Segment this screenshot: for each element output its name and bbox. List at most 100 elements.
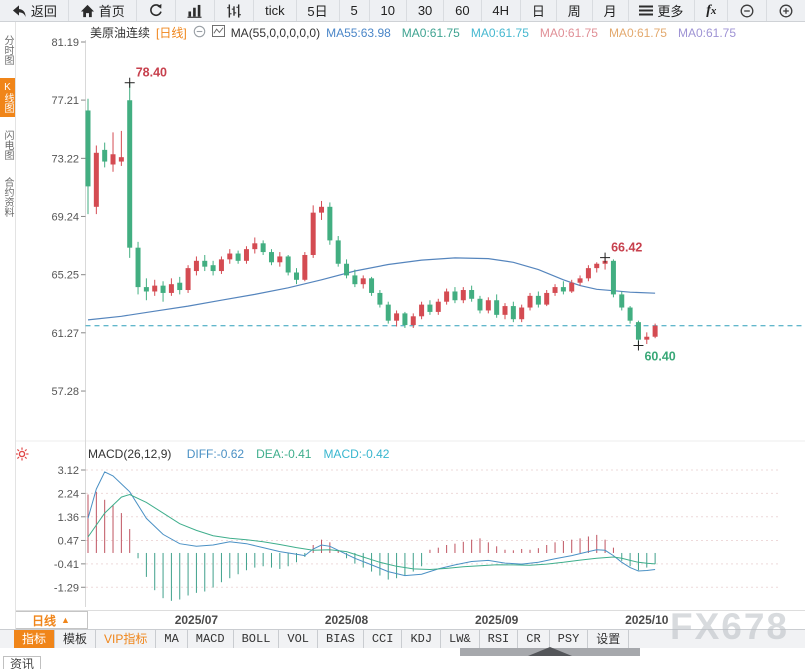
tab-BIAS[interactable]: BIAS [318, 630, 364, 648]
sidebar-item-chart[interactable]: 合约资料 [0, 173, 15, 221]
sun-icon[interactable] [15, 447, 29, 466]
ma-value: MA0:61.75 [678, 26, 736, 40]
sidebar-item-chart[interactable]: 分时图 [0, 31, 15, 69]
macd-layer [88, 472, 655, 601]
tab-MACD[interactable]: MACD [188, 630, 234, 648]
chart-header: 美原油连续 [日线] MA(55,0,0,0,0,0) MA55:63.98MA… [90, 24, 747, 41]
symbol-name: 美原油连续 [90, 24, 150, 41]
tab-MA[interactable]: MA [156, 630, 187, 648]
toolbar: 返回 首页 tick 5日 5 10 30 60 4H 日 周 月 更多 fx [0, 0, 805, 22]
toolbar-item-label: 月 [604, 1, 617, 20]
macd-values: DIFF:-0.62DEA:-0.41MACD:-0.42 [175, 447, 390, 461]
fx-icon: fx [706, 2, 716, 19]
svg-text:60.40: 60.40 [644, 349, 675, 363]
tab-CCI[interactable]: CCI [364, 630, 403, 648]
svg-text:1.36: 1.36 [58, 512, 79, 524]
toolbar-item-label: 30 [418, 3, 432, 18]
collapse-icon[interactable] [193, 25, 206, 41]
interval-month-button[interactable]: 月 [593, 0, 629, 21]
price-axis: 81.19 77.21 73.22 69.24 65.25 61.27 57.28 [51, 37, 85, 398]
interval-10-button[interactable]: 10 [370, 0, 407, 21]
toolbar-item-label: 5日 [307, 1, 327, 20]
caret-up-icon: ▲ [61, 615, 70, 625]
tab-BOLL[interactable]: BOLL [234, 630, 280, 648]
bottom-strip: 资讯 [0, 648, 805, 669]
sidebar-item-active[interactable]: K线图 [0, 78, 15, 117]
toolbar-item-label: tick [265, 3, 285, 18]
macd-value: MACD:-0.42 [323, 447, 389, 461]
zoom-out-button[interactable] [728, 0, 767, 21]
macd-value: DIFF:-0.62 [187, 447, 244, 461]
interval-day-button[interactable]: 日 [521, 0, 557, 21]
svg-text:61.27: 61.27 [51, 328, 79, 340]
interval-week-button[interactable]: 周 [557, 0, 593, 21]
tab-CR[interactable]: CR [518, 630, 549, 648]
zoom-in-button[interactable] [767, 0, 805, 21]
interval-30-button[interactable]: 30 [407, 0, 444, 21]
tab-模板[interactable]: 模板 [55, 630, 96, 648]
toolbar-item-label: 60 [455, 3, 469, 18]
chart-canvas: 81.1977.2173.2269.2465.2561.2757.283.122… [0, 0, 805, 669]
drawer-handle[interactable] [460, 648, 640, 656]
kline-chart-button[interactable] [215, 0, 254, 21]
news-tab[interactable]: 资讯 [3, 656, 41, 669]
ma-formula: MA(55,0,0,0,0,0) [231, 26, 320, 40]
interval-4h-button[interactable]: 4H [482, 0, 521, 21]
month-label: 2025/08 [325, 613, 368, 627]
bar-chart-button[interactable] [176, 0, 216, 21]
tab-LW&[interactable]: LW& [441, 630, 480, 648]
interval-5-button[interactable]: 5 [340, 0, 370, 21]
month-label: 2025/07 [175, 613, 218, 627]
svg-text:57.28: 57.28 [51, 386, 79, 398]
zoom-in-icon [778, 3, 794, 19]
home-button[interactable]: 首页 [69, 0, 137, 21]
app-root: 81.1977.2173.2269.2465.2561.2757.283.122… [0, 0, 805, 669]
tab-KDJ[interactable]: KDJ [402, 630, 441, 648]
svg-text:-1.29: -1.29 [54, 582, 79, 594]
refresh-button[interactable] [137, 0, 176, 21]
toolbar-item-label: 5 [350, 3, 357, 18]
sidebar-item-chart[interactable]: 闪电图 [0, 126, 15, 164]
svg-text:65.25: 65.25 [51, 270, 79, 282]
toolbar-item-label: 更多 [657, 1, 683, 20]
interval-tick-button[interactable]: tick [254, 0, 296, 21]
toolbar-item-label: 日 [532, 1, 545, 20]
menu-icon [639, 5, 653, 16]
svg-text:77.21: 77.21 [51, 95, 79, 107]
toolbar-item-label: 首页 [99, 1, 125, 20]
fx-indicator-button[interactable]: fx [695, 0, 728, 21]
svg-text:66.42: 66.42 [611, 241, 642, 255]
svg-text:81.19: 81.19 [51, 37, 79, 49]
ma-value: MA0:61.75 [471, 26, 529, 40]
period-selector-button[interactable]: 日线 ▲ [14, 611, 88, 629]
price-annotations: 78.4066.4260.40 [125, 66, 676, 364]
macd-header: MACD(26,12,9) DIFF:-0.62DEA:-0.41MACD:-0… [88, 447, 389, 461]
interval-60-button[interactable]: 60 [444, 0, 481, 21]
tab-VOL[interactable]: VOL [279, 630, 318, 648]
home-icon [80, 4, 95, 18]
toolbar-item-label: 返回 [31, 1, 57, 20]
tab-设置[interactable]: 设置 [588, 630, 629, 648]
ma-value: MA0:61.75 [402, 26, 460, 40]
period-label: 日线 [32, 612, 56, 629]
ma-indicator-icon[interactable] [212, 25, 225, 40]
toolbar-item-label: 周 [568, 1, 581, 20]
tab-PSY[interactable]: PSY [550, 630, 589, 648]
toolbar-item-label: 4H [492, 3, 509, 18]
tab-指标[interactable]: 指标 [14, 630, 55, 648]
tab-VIP指标[interactable]: VIP指标 [96, 630, 156, 648]
sidebar: 分时图 K线图闪电图合约资料 [0, 22, 16, 629]
macd-axis: 3.122.241.360.47-0.41-1.29 [54, 465, 86, 594]
tab-RSI[interactable]: RSI [480, 630, 519, 648]
svg-text:-0.41: -0.41 [54, 559, 79, 571]
refresh-icon [148, 3, 164, 18]
more-button[interactable]: 更多 [629, 0, 696, 21]
period-tag: [日线] [156, 24, 187, 41]
back-button[interactable]: 返回 [0, 0, 69, 21]
interval-5d-button[interactable]: 5日 [297, 0, 340, 21]
svg-text:73.22: 73.22 [51, 153, 79, 165]
svg-text:69.24: 69.24 [51, 211, 79, 223]
chevron-up-icon [528, 647, 572, 656]
zoom-out-icon [739, 3, 755, 19]
candles-layer [86, 83, 658, 346]
